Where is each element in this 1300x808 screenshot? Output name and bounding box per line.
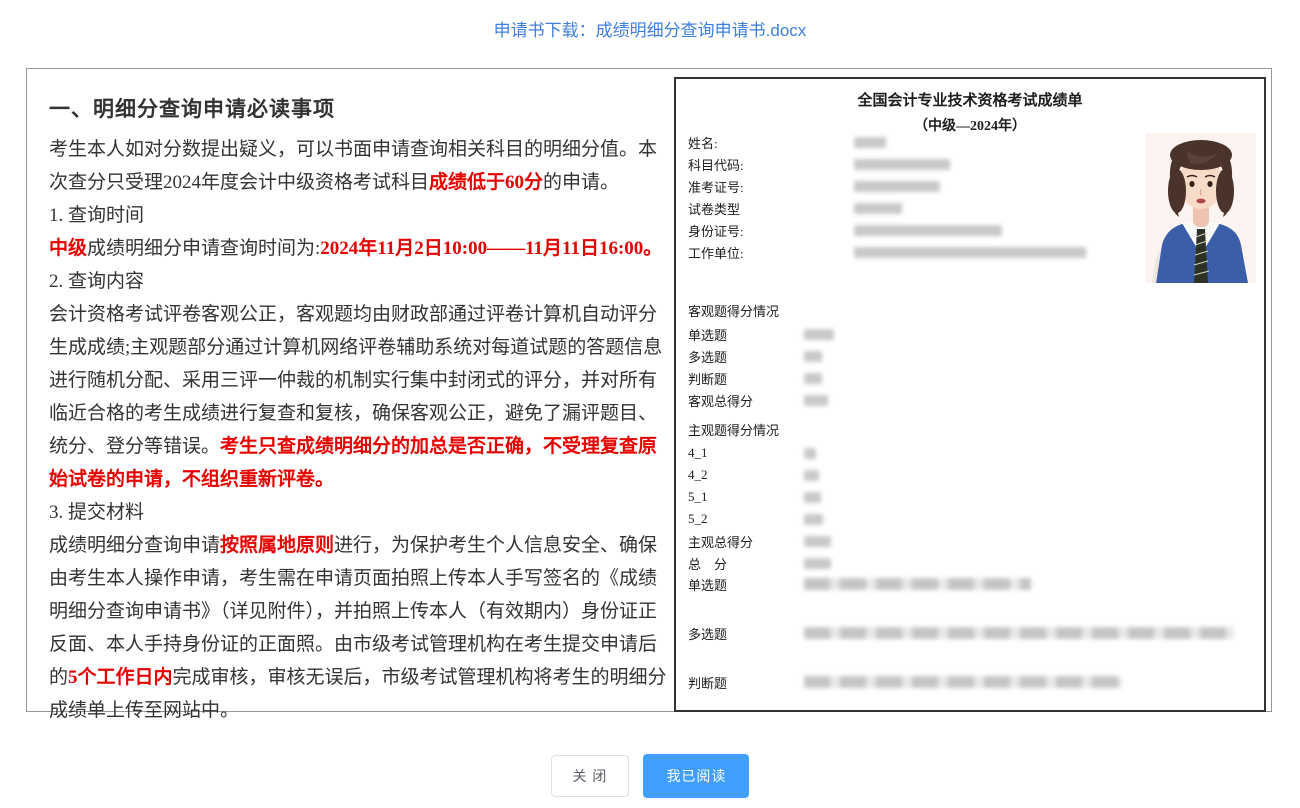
info-row: 准考证号:: [688, 175, 1128, 197]
notice-text-segment: 2024年11月2日10:00——11月11日16:00。: [320, 238, 662, 259]
score-row: 5_1: [688, 486, 1128, 508]
notice-paragraph: 2. 查询内容: [49, 265, 673, 298]
dialog-footer: 关 闭 我已阅读: [0, 754, 1300, 798]
redacted-value: [804, 395, 828, 406]
redacted-value: [854, 181, 940, 192]
redacted-value: [804, 627, 1234, 639]
answer-row: 多选题: [688, 622, 1248, 644]
objective-score-section: 客观题得分情况单选题多选题判断题客观总得分: [688, 301, 1128, 411]
score-row: 4_2: [688, 464, 1128, 486]
answer-detail-rows: 单选题多选题判断题: [688, 573, 1248, 720]
redacted-value: [804, 351, 822, 362]
info-row: 身份证号:: [688, 219, 1128, 241]
subjective-score-section: 主观题得分情况 4_1 4_2 5_1 5_2 主观总得分总 分: [688, 420, 1128, 574]
notice-paragraph: 成绩明细分查询申请按照属地原则进行，为保护考生个人信息安全、确保由考生本人操作申…: [49, 529, 673, 727]
info-label: 试卷类型: [688, 199, 854, 218]
redacted-value: [804, 373, 822, 384]
notice-text-segment: 成绩明细分申请查询时间为:: [87, 238, 320, 259]
score-row: 主观总得分: [688, 530, 1128, 552]
notice-title: 一、明细分查询申请必读事项: [49, 93, 673, 123]
redacted-value: [854, 247, 1086, 258]
candidate-photo-illustration: [1146, 133, 1256, 283]
score-label: 4_1: [688, 445, 804, 461]
score-row: 单选题: [688, 323, 1128, 345]
notice-text-segment: 的申请。: [543, 172, 619, 193]
info-row: 科目代码:: [688, 153, 1128, 175]
notice-text-segment: 会计资格考试评卷客观公正，客观题均由财政部通过评卷计算机自动评分生成成绩;主观题…: [49, 304, 662, 457]
redacted-value: [804, 448, 816, 459]
score-label: 总 分: [688, 554, 804, 573]
application-form-download-link[interactable]: 申请书下载：成绩明细分查询申请书.docx: [494, 16, 807, 41]
redacted-value: [854, 159, 950, 170]
notice-paragraph: 会计资格考试评卷客观公正，客观题均由财政部通过评卷计算机自动评分生成成绩;主观题…: [49, 298, 673, 496]
info-label: 科目代码:: [688, 155, 854, 174]
notice-body: 考生本人如对分数提出疑义，可以书面申请查询相关科目的明细分值。本次查分只受理20…: [49, 133, 673, 727]
section-heading: 主观题得分情况: [688, 420, 1128, 442]
score-label: 4_2: [688, 467, 804, 483]
info-row: 工作单位:: [688, 241, 1128, 263]
score-row: 4_1: [688, 442, 1128, 464]
score-label: 客观总得分: [688, 391, 804, 410]
info-label: 准考证号:: [688, 177, 854, 196]
notice-text-segment: 2. 查询内容: [49, 271, 144, 292]
score-row: 总 分: [688, 552, 1128, 574]
notice-text-segment: 3. 提交材料: [49, 502, 144, 523]
notice-text-segment: 1. 查询时间: [49, 205, 144, 226]
answer-label: 多选题: [688, 624, 804, 643]
answer-label: 判断题: [688, 673, 804, 692]
score-label: 判断题: [688, 369, 804, 388]
download-link-bar: 申请书下载：成绩明细分查询申请书.docx: [0, 0, 1300, 56]
redacted-value: [854, 203, 902, 214]
redacted-value: [804, 536, 831, 547]
score-sheet-preview: 全国会计专业技术资格考试成绩单 （中级—2024年） 姓名:科目代码:准考证号:…: [674, 77, 1266, 712]
have-read-button[interactable]: 我已阅读: [643, 754, 749, 798]
score-label: 主观总得分: [688, 532, 804, 551]
answer-label: 单选题: [688, 575, 804, 594]
notice-paragraph: 考生本人如对分数提出疑义，可以书面申请查询相关科目的明细分值。本次查分只受理20…: [49, 133, 673, 199]
notice-dialog: 一、明细分查询申请必读事项 考生本人如对分数提出疑义，可以书面申请查询相关科目的…: [26, 68, 1272, 712]
notice-text-segment: 成绩明细分查询申请: [49, 535, 220, 556]
section-heading: 客观题得分情况: [688, 301, 1128, 323]
close-button[interactable]: 关 闭: [551, 755, 630, 797]
notice-paragraph: 1. 查询时间: [49, 199, 673, 232]
notice-text-segment: 按照属地原则: [220, 535, 334, 556]
score-row: 判断题: [688, 367, 1128, 389]
redacted-value: [804, 514, 823, 525]
info-row: 试卷类型: [688, 197, 1128, 219]
score-row: 5_2: [688, 508, 1128, 530]
info-label: 姓名:: [688, 133, 854, 152]
score-label: 5_2: [688, 511, 804, 527]
redacted-value: [804, 470, 819, 481]
info-label: 身份证号:: [688, 221, 854, 240]
candidate-info-fields: 姓名: 科目代码: 准考证号: 试卷类型身份证号: 工作单位:: [688, 131, 1128, 263]
notice-text-segment: 中级: [49, 238, 87, 259]
redacted-value: [854, 225, 1002, 236]
redacted-value: [804, 676, 1122, 688]
score-row: 客观总得分: [688, 389, 1128, 411]
notice-paragraph: 中级成绩明细分申请查询时间为:2024年11月2日10:00——11月11日16…: [49, 232, 673, 265]
score-row: 多选题: [688, 345, 1128, 367]
answer-row: 判断题: [688, 671, 1248, 693]
info-row: 姓名:: [688, 131, 1128, 153]
notice-text-segment: 成绩低于60分: [429, 172, 543, 193]
redacted-value: [804, 492, 821, 503]
notice-text-segment: 5个工作日内: [68, 667, 173, 688]
redacted-value: [804, 578, 1031, 590]
redacted-value: [804, 329, 834, 340]
info-label: 工作单位:: [688, 243, 854, 262]
score-label: 单选题: [688, 325, 804, 344]
redacted-value: [804, 558, 831, 569]
notice-text-segment: 进行，为保护考生个人信息安全、确保由考生本人操作申请，考生需在申请页面拍照上传本…: [49, 535, 657, 688]
score-label: 多选题: [688, 347, 804, 366]
notice-panel: 一、明细分查询申请必读事项 考生本人如对分数提出疑义，可以书面申请查询相关科目的…: [27, 69, 675, 711]
redacted-value: [854, 137, 886, 148]
notice-paragraph: 3. 提交材料: [49, 496, 673, 529]
sheet-title: 全国会计专业技术资格考试成绩单: [676, 89, 1264, 110]
answer-row: 单选题: [688, 573, 1248, 595]
score-label: 5_1: [688, 489, 804, 505]
